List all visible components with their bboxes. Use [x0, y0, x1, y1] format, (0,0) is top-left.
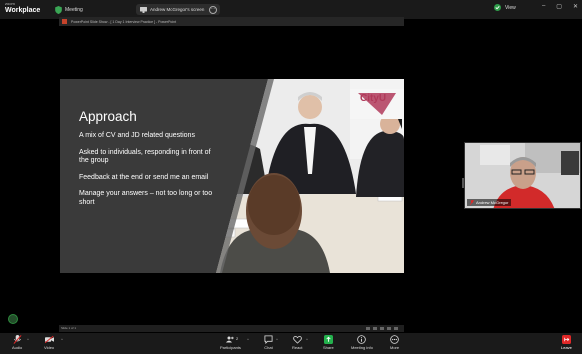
leave-button[interactable]: Leave: [561, 335, 572, 350]
participant-name: Andrew McGregor: [476, 200, 509, 205]
slide-sorter-icon[interactable]: [380, 327, 384, 330]
meeting-button[interactable]: Meeting: [55, 5, 83, 15]
chat-button[interactable]: Chat: [264, 335, 273, 350]
slide-text-block: Approach A mix of CV and JD related ques…: [79, 109, 219, 216]
chat-icon: [264, 335, 273, 344]
brand-large: Workplace: [5, 7, 41, 14]
share-screen-icon: [323, 335, 333, 344]
participants-icon: [225, 336, 234, 343]
participants-label: Participants: [220, 345, 241, 350]
normal-view-icon[interactable]: [373, 327, 377, 330]
security-check-icon[interactable]: [494, 4, 501, 11]
maximize-icon[interactable]: ▢: [556, 3, 562, 10]
share-options-icon[interactable]: ⋯: [209, 5, 217, 14]
view-group: View: [494, 4, 516, 11]
share-label: Share: [323, 345, 334, 350]
minimize-icon[interactable]: –: [542, 3, 545, 10]
chat-label: Chat: [264, 345, 273, 350]
more-dots-icon: [390, 335, 399, 344]
slideshow-icon[interactable]: [394, 327, 398, 330]
participant-video-tile[interactable]: Andrew McGregor: [464, 142, 581, 209]
video-options-caret-icon[interactable]: ^: [61, 337, 63, 342]
heart-icon: [292, 335, 302, 344]
notes-icon[interactable]: [366, 327, 370, 330]
chat-options-caret-icon[interactable]: ^: [276, 337, 278, 342]
leave-icon: [561, 335, 571, 344]
more-button[interactable]: More: [390, 335, 399, 350]
presentation-title-text: PowerPoint Slide Show - [ 1 Day 1 Interv…: [71, 19, 177, 24]
slide-heading: Approach: [79, 109, 137, 124]
share-button[interactable]: Share: [323, 335, 334, 350]
meeting-info-label: Meeting info: [351, 345, 373, 350]
meeting-info-button[interactable]: Meeting info: [351, 335, 373, 350]
slide-bullet: A mix of CV and JD related questions: [79, 132, 195, 139]
presentation-window-title: PowerPoint Slide Show - [ 1 Day 1 Interv…: [59, 17, 404, 26]
shared-screen: PowerPoint Slide Show - [ 1 Day 1 Interv…: [59, 17, 404, 332]
powerpoint-icon: [62, 19, 67, 24]
meeting-label: Meeting: [65, 7, 83, 13]
participant-name-label: Andrew McGregor: [467, 199, 512, 206]
view-button[interactable]: View: [505, 5, 516, 11]
slide-bullet: Feedback at the end or send me an email: [79, 173, 209, 181]
share-pill-label: Andrew McGregor's screen: [150, 7, 205, 12]
leave-label: Leave: [561, 345, 572, 350]
audio-label: Audio: [12, 345, 23, 350]
react-button[interactable]: React: [292, 335, 302, 350]
slide-bullet: Asked to individuals, responding in fron…: [79, 148, 211, 165]
audio-options-caret-icon[interactable]: ^: [27, 337, 29, 342]
participants-count: 2: [236, 336, 239, 341]
mic-muted-icon: [13, 335, 22, 344]
info-icon: [357, 335, 367, 344]
react-label: React: [292, 345, 303, 350]
window-controls: – ▢ ✕: [542, 3, 578, 10]
brand-small: zoom: [5, 1, 15, 6]
status-indicator-icon[interactable]: [8, 314, 18, 324]
slide-bullet: Manage your answers – not too long or to…: [79, 190, 213, 206]
audio-button[interactable]: Audio: [12, 335, 22, 350]
presentation-slide: CityU Approach A mix of CV and JD relate…: [60, 79, 404, 273]
slide-counter: Slide 1 of 1: [61, 326, 77, 330]
meeting-toolbar: Audio ^ Video ^ Participants 2 ^ Chat ^ …: [0, 333, 582, 354]
slide-logo-text: CityU: [360, 93, 387, 104]
close-icon[interactable]: ✕: [573, 3, 578, 10]
reading-view-icon[interactable]: [387, 327, 391, 330]
slideshow-controls: [366, 327, 398, 330]
shield-icon: [55, 6, 62, 14]
react-options-caret-icon[interactable]: ^: [306, 337, 308, 342]
video-label: Video: [44, 345, 55, 350]
video-button[interactable]: Video: [44, 335, 54, 350]
more-label: More: [390, 345, 400, 350]
participants-options-caret-icon[interactable]: ^: [247, 337, 249, 342]
presentation-status-bar: Slide 1 of 1: [59, 325, 404, 332]
video-muted-icon: [44, 335, 54, 344]
app-logo: zoom Workplace: [5, 1, 41, 15]
screen-share-indicator[interactable]: Andrew McGregor's screen ⋯: [136, 4, 220, 15]
screen-icon: [140, 6, 147, 13]
mic-muted-icon: [470, 200, 474, 205]
